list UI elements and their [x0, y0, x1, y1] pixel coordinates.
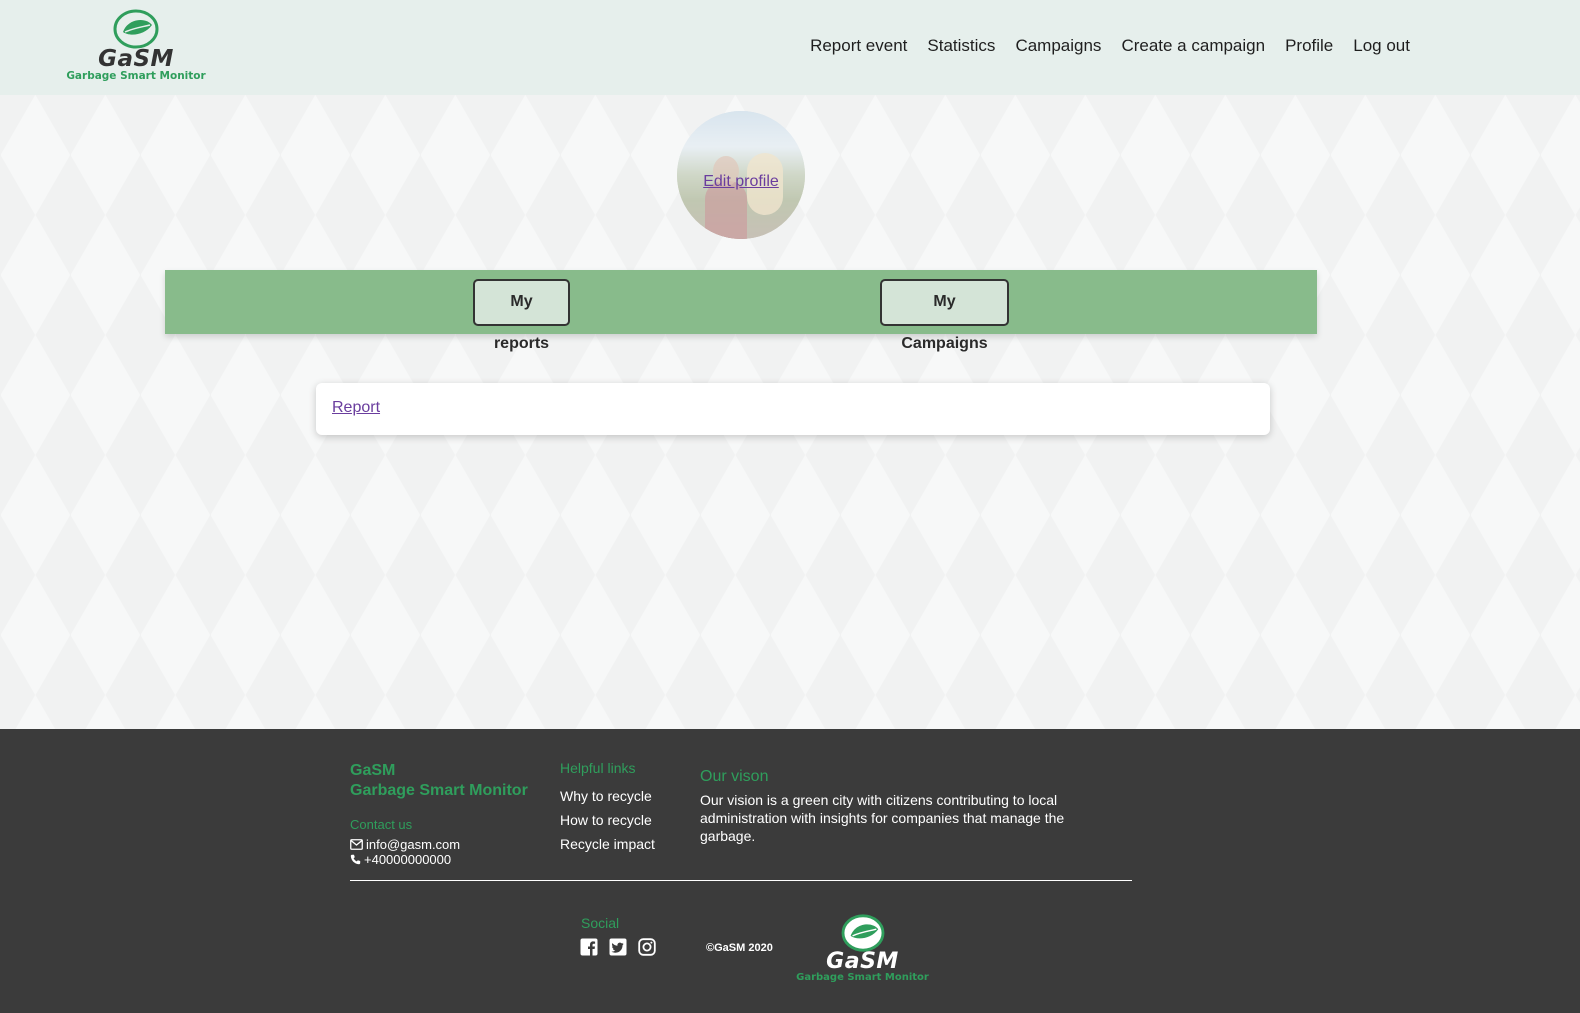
- report-card: Report: [316, 383, 1270, 435]
- contact-email[interactable]: info@gasm.com: [350, 837, 460, 852]
- contact-phone-text: +40000000000: [364, 852, 452, 867]
- twitter-icon[interactable]: [609, 938, 627, 956]
- site-header: GaSM Garbage Smart Monitor Report event …: [0, 0, 1580, 95]
- nav-campaigns[interactable]: Campaigns: [1015, 36, 1101, 56]
- my-reports-button[interactable]: My reports: [473, 279, 570, 352]
- main-nav: Report event Statistics Campaigns Create…: [790, 36, 1410, 56]
- nav-create-campaign[interactable]: Create a campaign: [1121, 36, 1265, 56]
- leaf-logo-icon: [841, 914, 884, 952]
- footer-brand-tagline: Garbage Smart Monitor: [350, 782, 528, 799]
- instagram-icon[interactable]: [638, 938, 656, 956]
- footer-logo: GaSM Garbage Smart Monitor: [795, 913, 930, 984]
- phone-icon: [350, 854, 361, 865]
- footer-brand-name: GaSM: [350, 762, 396, 779]
- profile-tab-bar: My reports My Campaigns: [165, 270, 1317, 352]
- social-heading: Social: [581, 915, 620, 931]
- footer-divider: [350, 880, 1132, 881]
- profile-avatar: Edit profile: [677, 111, 805, 239]
- contact-info: info@gasm.com +40000000000: [350, 837, 460, 867]
- site-logo[interactable]: GaSM Garbage Smart Monitor: [64, 8, 208, 83]
- vision-heading: Our vison: [700, 768, 769, 785]
- copyright-text: ©GaSM 2020: [706, 942, 773, 954]
- footer-logo-tagline: Garbage Smart Monitor: [796, 972, 929, 983]
- logo-tagline: Garbage Smart Monitor: [66, 70, 206, 82]
- nav-profile[interactable]: Profile: [1285, 36, 1333, 56]
- contact-phone[interactable]: +40000000000: [350, 852, 460, 867]
- link-recycle-impact[interactable]: Recycle impact: [560, 832, 655, 856]
- contact-heading: Contact us: [350, 817, 413, 832]
- logo-wordmark: GaSM: [98, 46, 174, 72]
- nav-report-event[interactable]: Report event: [810, 36, 907, 56]
- site-footer: GaSM Garbage Smart Monitor Contact us in…: [0, 729, 1580, 1013]
- nav-log-out[interactable]: Log out: [1353, 36, 1410, 56]
- contact-email-text: info@gasm.com: [366, 837, 461, 852]
- footer-brand: GaSM Garbage Smart Monitor: [350, 761, 528, 801]
- helpful-links: Why to recycle How to recycle Recycle im…: [560, 784, 655, 856]
- nav-statistics[interactable]: Statistics: [927, 36, 995, 56]
- helpful-links-heading: Helpful links: [560, 760, 636, 776]
- link-how-to-recycle[interactable]: How to recycle: [560, 808, 655, 832]
- vision-text: Our vision is a green city with citizens…: [700, 792, 1065, 844]
- leaf-logo-icon: [113, 9, 159, 49]
- facebook-icon[interactable]: [580, 938, 598, 956]
- edit-profile-link[interactable]: Edit profile: [677, 173, 805, 191]
- footer-logo-wordmark: GaSM: [826, 949, 899, 974]
- my-campaigns-button[interactable]: My Campaigns: [880, 279, 1009, 352]
- social-links: [580, 938, 656, 956]
- link-why-to-recycle[interactable]: Why to recycle: [560, 784, 655, 808]
- report-link[interactable]: Report: [332, 399, 380, 417]
- envelope-icon: [350, 839, 363, 850]
